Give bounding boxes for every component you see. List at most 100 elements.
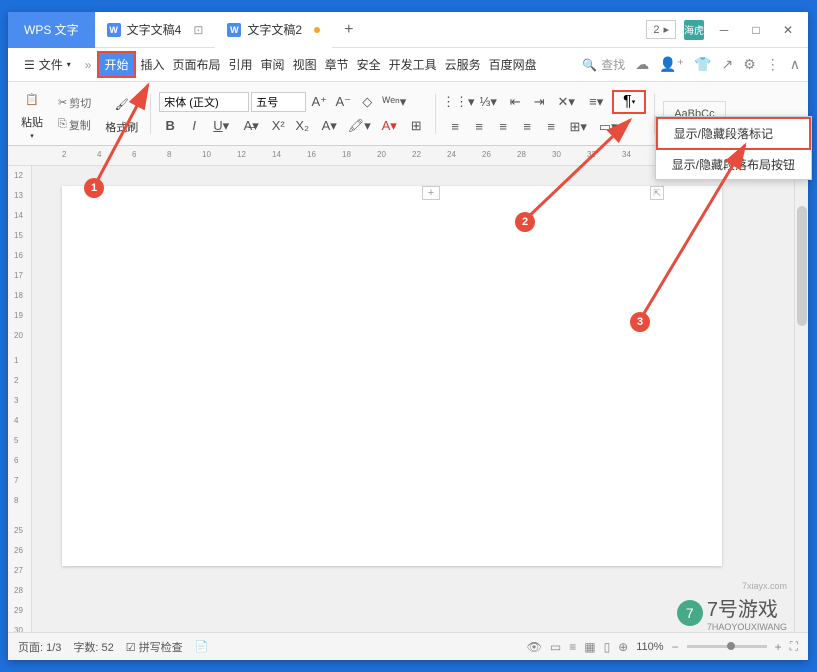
- menu-tab-home[interactable]: 开始: [97, 51, 135, 78]
- tab-label: 文字文稿4: [127, 21, 182, 38]
- expand-corner-icon[interactable]: ⇱: [650, 186, 664, 200]
- paste-button[interactable]: 📋 粘贴▾: [16, 86, 48, 142]
- align-left-button[interactable]: ≡: [444, 116, 466, 138]
- menu-tab-cloud[interactable]: 云服务: [442, 52, 484, 77]
- menu-tab-review[interactable]: 审阅: [258, 52, 288, 77]
- bullets-button[interactable]: ⋮⋮▾: [444, 91, 472, 113]
- change-case-button[interactable]: ᵂᵉⁿ▾: [380, 91, 408, 113]
- text-effects-button[interactable]: A▾: [315, 115, 343, 137]
- skin-icon[interactable]: 👕: [694, 56, 711, 73]
- word-count[interactable]: 字数: 52: [73, 639, 113, 655]
- menu-tab-devtools[interactable]: 开发工具: [386, 52, 440, 77]
- add-tab-button[interactable]: +: [332, 21, 365, 39]
- paragraph-marks-button[interactable]: ¶▾: [612, 90, 646, 114]
- cloud-icon[interactable]: ☁: [635, 56, 649, 73]
- vertical-scrollbar[interactable]: [794, 166, 808, 632]
- eye-icon[interactable]: 👁: [527, 640, 542, 654]
- zoom-level[interactable]: 110%: [636, 641, 663, 653]
- user-avatar[interactable]: 海虎: [684, 20, 704, 40]
- clear-format-button[interactable]: ◇: [356, 91, 378, 113]
- menu-tab-insert[interactable]: 插入: [138, 52, 168, 77]
- titlebar: WPS 文字 W 文字文稿4 ⊡ W 文字文稿2 + 2▸ 海虎 ─ □ ✕: [8, 12, 808, 48]
- toggle-layout-buttons-item[interactable]: 显示/隐藏段落布局按钮: [656, 150, 811, 179]
- zoom-fit-icon[interactable]: ⊕: [618, 640, 628, 654]
- menu-tab-references[interactable]: 引用: [226, 52, 256, 77]
- spellcheck-toggle[interactable]: ☑ 拼写检查: [126, 639, 183, 655]
- tab-settings-button[interactable]: ⊞▾: [564, 116, 592, 138]
- line-spacing-button[interactable]: ≡▾: [582, 91, 610, 113]
- font-size-select[interactable]: [251, 92, 306, 112]
- menu-tab-baidu[interactable]: 百度网盘: [486, 52, 540, 77]
- cut-button[interactable]: ✂剪切: [54, 93, 95, 113]
- align-justify-button[interactable]: ≡: [516, 116, 538, 138]
- align-distribute-button[interactable]: ≡: [540, 116, 562, 138]
- page-count[interactable]: 页面: 1/3: [18, 639, 61, 655]
- user-icon[interactable]: 👤⁺: [659, 56, 684, 73]
- toggle-paragraph-marks-item[interactable]: 显示/隐藏段落标记: [656, 117, 811, 150]
- align-right-button[interactable]: ≡: [492, 116, 514, 138]
- phonetic-button[interactable]: ⊞: [405, 115, 427, 137]
- minimize-button[interactable]: ─: [712, 18, 736, 42]
- view-web-icon[interactable]: ▦: [584, 640, 595, 654]
- view-outline-icon[interactable]: ≡: [569, 640, 576, 654]
- highlight-button[interactable]: 🖍▾: [345, 115, 373, 137]
- increase-indent-button[interactable]: ⇥: [528, 91, 550, 113]
- document-tab-2[interactable]: W 文字文稿2: [215, 12, 332, 48]
- page-indicator[interactable]: 2▸: [646, 20, 676, 39]
- document-page[interactable]: [62, 186, 722, 566]
- zoom-in-button[interactable]: +: [775, 640, 782, 654]
- fullscreen-icon[interactable]: ⛶: [790, 639, 798, 654]
- view-print-icon[interactable]: ▭: [550, 640, 561, 654]
- scissors-icon: ✂: [58, 96, 67, 109]
- menu-tab-pagelayout[interactable]: 页面布局: [170, 52, 224, 77]
- doc-check-icon[interactable]: 📄: [195, 640, 209, 653]
- settings-icon[interactable]: ⚙: [743, 56, 756, 73]
- numbering-button[interactable]: ⅓▾: [474, 91, 502, 113]
- collapse-icon[interactable]: ∧: [790, 56, 800, 73]
- italic-button[interactable]: I: [183, 115, 205, 137]
- menu-tab-view[interactable]: 视图: [290, 52, 320, 77]
- scroll-thumb[interactable]: [797, 206, 807, 326]
- font-name-select[interactable]: [159, 92, 249, 112]
- annotation-badge-1: 1: [84, 178, 104, 198]
- zoom-slider[interactable]: [687, 645, 767, 648]
- close-button[interactable]: ✕: [776, 18, 800, 42]
- document-tab-1[interactable]: W 文字文稿4 ⊡: [95, 12, 216, 48]
- copy-button[interactable]: ⎘复制: [54, 115, 95, 135]
- clipboard-icon: 📋: [20, 88, 44, 112]
- view-read-icon[interactable]: ▯: [604, 640, 611, 654]
- share-icon[interactable]: ↗: [721, 56, 733, 73]
- more-icon[interactable]: ⋮: [766, 56, 780, 73]
- brush-icon: 🖌: [110, 93, 134, 117]
- menu-tab-security[interactable]: 安全: [354, 52, 384, 77]
- underline-button[interactable]: U▾: [207, 115, 235, 137]
- document-area: 12 13 14 15 16 17 18 19 20 1 2 3 4 5 6 7…: [8, 166, 808, 632]
- decrease-font-button[interactable]: A⁻: [332, 91, 354, 113]
- text-direction-button[interactable]: ✕▾: [552, 91, 580, 113]
- align-center-button[interactable]: ≡: [468, 116, 490, 138]
- modified-indicator: [314, 27, 320, 33]
- app-tab[interactable]: WPS 文字: [8, 12, 95, 48]
- font-color-button[interactable]: A▾: [375, 115, 403, 137]
- page-canvas[interactable]: + ⇱: [32, 166, 794, 632]
- superscript-button[interactable]: X²: [267, 115, 289, 137]
- add-element-button[interactable]: +: [422, 186, 440, 200]
- bold-button[interactable]: B: [159, 115, 181, 137]
- shading-button[interactable]: ▭▾: [594, 116, 622, 138]
- subscript-button[interactable]: X₂: [291, 115, 313, 137]
- format-painter-button[interactable]: 🖌 格式刷: [101, 91, 142, 137]
- statusbar: 页面: 1/3 字数: 52 ☑ 拼写检查 📄 👁 ▭ ≡ ▦ ▯ ⊕ 110%…: [8, 632, 808, 660]
- tab-close-icon[interactable]: ⊡: [193, 23, 203, 37]
- annotation-badge-2: 2: [515, 212, 535, 232]
- zoom-out-button[interactable]: −: [672, 640, 679, 654]
- maximize-button[interactable]: □: [744, 18, 768, 42]
- decrease-indent-button[interactable]: ⇤: [504, 91, 526, 113]
- menu-tab-section[interactable]: 章节: [322, 52, 352, 77]
- search-icon: 🔍: [582, 58, 597, 72]
- copy-icon: ⎘: [58, 118, 67, 131]
- strikethrough-button[interactable]: A̶▾: [237, 115, 265, 137]
- search-box[interactable]: 🔍 查找: [582, 56, 625, 73]
- file-menu[interactable]: ☰文件▾: [16, 52, 79, 77]
- increase-font-button[interactable]: A⁺: [308, 91, 330, 113]
- paragraph-marks-dropdown: 显示/隐藏段落标记 显示/隐藏段落布局按钮: [655, 116, 812, 180]
